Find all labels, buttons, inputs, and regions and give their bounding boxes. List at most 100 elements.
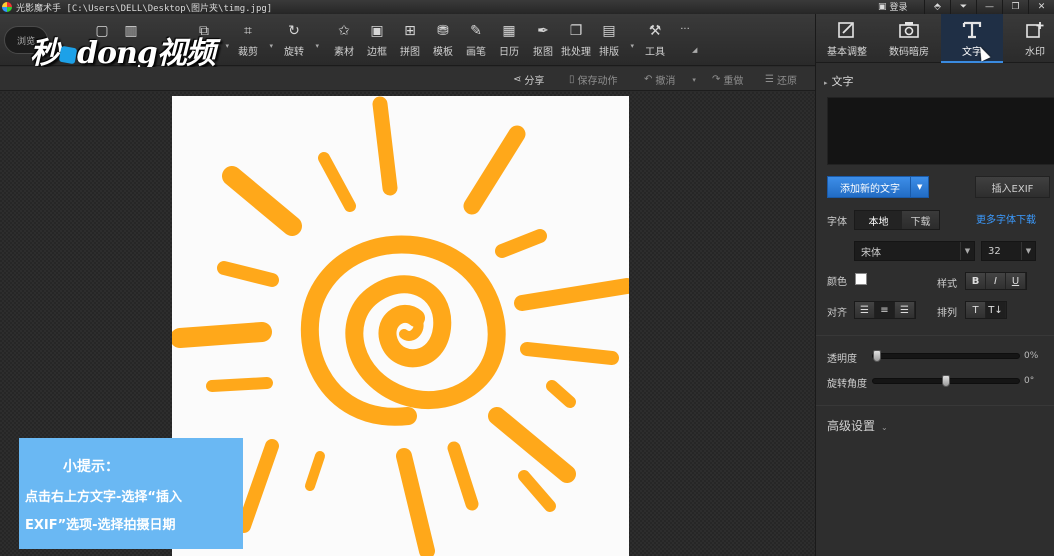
frame-icon: ▣ [370, 23, 384, 39]
save-action-button[interactable]: ▯ 保存动作 [569, 72, 618, 87]
opacity-slider[interactable] [872, 350, 1020, 362]
text-icon [961, 20, 983, 40]
tool-rotate[interactable]: ↻ 旋转 ▾ [275, 22, 319, 62]
chevron-down-icon: ▼ [960, 242, 974, 260]
font-family-value: 宋体 [861, 247, 881, 259]
restore-label: 还原 [776, 76, 797, 87]
underline-button[interactable]: U [1006, 273, 1026, 289]
section-title-label: 文字 [831, 75, 854, 88]
style-label: 样式 [937, 279, 957, 290]
align-buttons: ☰ ≡ ☰ [854, 301, 916, 319]
undo-button[interactable]: ↶ 撤消 ▾ [644, 72, 696, 87]
arrange-label: 排列 [937, 308, 957, 319]
align-center-icon[interactable]: ≡ [875, 302, 895, 318]
pen-icon: ✒ [537, 23, 549, 39]
share-button[interactable]: ⋖ 分享 [513, 72, 544, 87]
add-text-button[interactable]: 添加新的文字 ▼ [827, 176, 929, 198]
adjust-icon [836, 20, 858, 40]
batch-icon: ❐ [569, 23, 583, 39]
logo-text-a: 秒 [30, 36, 60, 71]
chevron-down-icon[interactable]: ▾ [315, 42, 319, 50]
tab-label: 基本调整 [827, 47, 867, 58]
text-list-box[interactable] [827, 97, 1054, 165]
tool-label: 拼图 [400, 47, 420, 58]
opacity-value: 0% [1024, 351, 1039, 361]
align-right-icon[interactable]: ☰ [895, 302, 915, 318]
logo-play-icon [58, 45, 78, 65]
tip-title: 小提示： [63, 459, 119, 475]
section-divider [816, 405, 1054, 406]
align-label: 对齐 [827, 308, 847, 319]
expand-toolbar-icon[interactable]: ◢ [692, 46, 697, 54]
more-fonts-link[interactable]: 更多字体下载 [976, 211, 1036, 226]
layout-icon: ▤ [602, 23, 616, 39]
login-label: 登录 [889, 3, 908, 13]
rotation-value: 0° [1024, 376, 1035, 386]
tab-darkroom[interactable]: 数码暗房 [878, 14, 940, 63]
tool-layout[interactable]: ▤ 排版 ▾ [590, 22, 634, 62]
font-family-select[interactable]: 宋体 ▼ [854, 241, 975, 261]
tool-calendar[interactable]: ▦ 日历 [490, 22, 528, 62]
tab-watermark[interactable]: 水印 [1004, 14, 1054, 63]
horizontal-text-icon[interactable]: T [966, 302, 986, 318]
action-bar: ⋖ 分享 ▯ 保存动作 ↶ 撤消 ▾ ↷ 重做 ☰ 还原 [0, 67, 815, 91]
app-icon [2, 2, 12, 12]
tab-label: 水印 [1025, 47, 1045, 58]
font-download-tab[interactable]: 下载 [902, 211, 939, 229]
close-button[interactable]: ✕ [1028, 0, 1054, 14]
menu-button[interactable]: ⏷ [950, 0, 976, 14]
redo-icon: ↷ [712, 74, 721, 85]
rotate-icon: ↻ [288, 23, 300, 39]
tab-text[interactable]: 文字 [941, 14, 1003, 63]
italic-button[interactable]: I [986, 273, 1006, 289]
template-icon: ⛃ [437, 23, 449, 39]
tool-label: 排版 [599, 47, 619, 58]
redo-button[interactable]: ↷ 重做 [712, 72, 743, 87]
undo-label: 撤消 [655, 76, 676, 87]
rotation-slider-knob[interactable] [942, 375, 950, 387]
tool-label: 画笔 [466, 47, 486, 58]
chevron-down-icon[interactable]: ▾ [692, 76, 696, 84]
vertical-text-icon[interactable]: T↓ [986, 302, 1006, 318]
chevron-down-icon[interactable]: ▾ [630, 42, 634, 50]
arrange-buttons: T T↓ [965, 301, 1007, 319]
tool-label: 抠图 [533, 47, 553, 58]
share-label: 分享 [524, 76, 545, 87]
opacity-slider-knob[interactable] [873, 350, 881, 362]
grid-icon: ⊞ [404, 23, 416, 39]
video-watermark-logo: 秒 dong视频 [30, 28, 216, 72]
wrench-icon: ⚒ [648, 23, 662, 39]
share-icon: ⋖ [513, 74, 522, 85]
tool-more[interactable]: ··· [666, 22, 704, 62]
brush-icon: ✎ [470, 23, 482, 39]
color-swatch[interactable] [855, 273, 867, 285]
window-title: 光影魔术手 [C:\Users\DELL\Desktop\图片夹\timg.jp… [16, 3, 273, 14]
save-action-label: 保存动作 [577, 76, 618, 87]
insert-exif-button[interactable]: 插入EXIF [975, 176, 1050, 198]
chevron-down-icon: ⌄ [881, 423, 888, 432]
login-button[interactable]: ▣ 登录 [878, 0, 908, 14]
opacity-label: 透明度 [827, 354, 857, 365]
text-section-title[interactable]: ▸ 文字 [824, 73, 854, 89]
font-size-select[interactable]: 32 ▼ [981, 241, 1036, 261]
advanced-settings-toggle[interactable]: 高级设置 ⌄ [827, 417, 888, 434]
crop-icon: ⌗ [244, 23, 252, 39]
font-local-tab[interactable]: 本地 [855, 211, 902, 229]
font-size-value: 32 [988, 245, 1001, 257]
restore-button[interactable]: ☰ 还原 [765, 72, 797, 87]
add-text-label: 添加新的文字 [840, 183, 900, 195]
camera-icon [898, 20, 920, 40]
tool-crop[interactable]: ⌗ 裁剪 ▾ [229, 22, 273, 62]
align-left-icon[interactable]: ☰ [855, 302, 875, 318]
maximize-button[interactable]: ❐ [1002, 0, 1028, 14]
skin-button[interactable]: ⬘ [924, 0, 950, 14]
tool-label: 日历 [499, 47, 519, 58]
rotation-slider[interactable] [872, 375, 1020, 387]
chevron-down-icon[interactable]: ▾ [269, 42, 273, 50]
bold-button[interactable]: B [966, 273, 986, 289]
chevron-down-icon[interactable]: ▼ [910, 177, 928, 197]
tab-basic-adjust[interactable]: 基本调整 [816, 14, 878, 63]
tool-label: 模板 [433, 47, 453, 58]
minimize-button[interactable]: — [976, 0, 1002, 14]
restore-icon: ☰ [765, 74, 774, 85]
